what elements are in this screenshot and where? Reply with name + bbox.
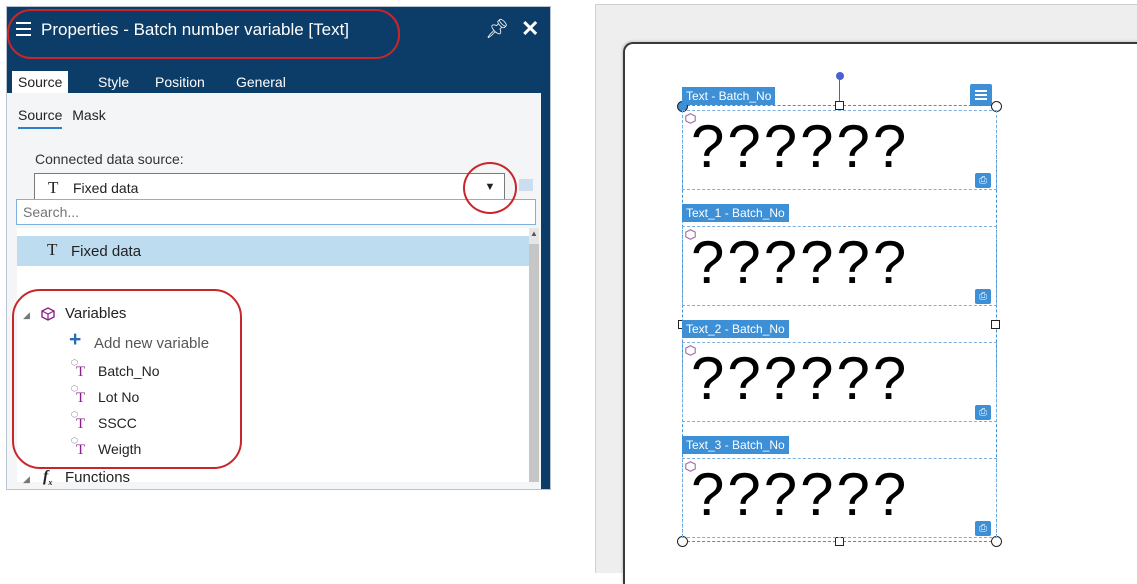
- subtab-mask[interactable]: Mask: [72, 107, 105, 127]
- pin-icon[interactable]: 📌︎: [485, 17, 509, 41]
- close-icon[interactable]: ✕: [521, 16, 539, 42]
- tab-position[interactable]: Position: [149, 71, 211, 93]
- functions-icon: fx: [43, 468, 53, 488]
- object-menu-icon[interactable]: [970, 84, 992, 106]
- list-item-label: Fixed data: [71, 243, 142, 260]
- printer-icon: ⎙: [975, 405, 991, 420]
- object-tag: Text_1 - Batch_No: [682, 204, 789, 222]
- resize-handle[interactable]: [991, 320, 1000, 329]
- connected-data-source-label: Connected data source:: [35, 151, 184, 167]
- printer-icon: ⎙: [975, 173, 991, 188]
- properties-tabs: Source Style Position General: [7, 54, 550, 93]
- text-object-content: ??????: [691, 461, 910, 528]
- text-object[interactable]: ?????? ⎙: [682, 342, 997, 422]
- list-scrollbar[interactable]: ▲: [529, 228, 539, 482]
- panel-right-edge: [541, 93, 550, 489]
- tab-source[interactable]: Source: [12, 71, 69, 93]
- rotation-handle[interactable]: [836, 72, 844, 80]
- text-object[interactable]: ?????? ⎙: [682, 110, 997, 190]
- annotation-variables-oval: [12, 289, 242, 469]
- annotation-dropdown-oval: [463, 162, 517, 214]
- subtab-source[interactable]: Source: [18, 107, 63, 129]
- resize-handle[interactable]: [835, 101, 844, 110]
- search-input[interactable]: [16, 199, 536, 225]
- text-object-content: ??????: [691, 229, 910, 296]
- printer-icon: ⎙: [975, 289, 991, 304]
- text-type-icon: T: [47, 240, 58, 259]
- object-tag: Text - Batch_No: [682, 87, 776, 105]
- collapse-arrow-icon[interactable]: ◢: [23, 474, 30, 485]
- data-source-value: Fixed data: [73, 180, 139, 196]
- text-object[interactable]: ?????? ⎙: [682, 226, 997, 306]
- tab-general[interactable]: General: [230, 71, 292, 93]
- text-object-content: ??????: [691, 113, 910, 180]
- list-item-fixed-data[interactable]: T Fixed data: [17, 236, 529, 266]
- object-tag: Text_3 - Batch_No: [682, 436, 789, 454]
- tab-style[interactable]: Style: [92, 71, 135, 93]
- printer-icon: ⎙: [975, 521, 991, 536]
- scroll-up-icon[interactable]: ▲: [530, 229, 538, 238]
- scrollbar-thumb[interactable]: [529, 244, 539, 482]
- tree-functions[interactable]: Functions: [65, 469, 130, 486]
- object-tag: Text_2 - Batch_No: [682, 320, 789, 338]
- text-object-content: ??????: [691, 345, 910, 412]
- resize-handle[interactable]: [835, 537, 844, 546]
- data-source-info-icon: [519, 179, 533, 191]
- data-source-select[interactable]: T Fixed data: [34, 173, 505, 201]
- text-type-icon: T: [48, 178, 59, 197]
- source-subtabs: Source Mask: [18, 107, 112, 129]
- annotation-title-oval: [7, 9, 400, 59]
- text-object[interactable]: ?????? ⎙: [682, 458, 997, 538]
